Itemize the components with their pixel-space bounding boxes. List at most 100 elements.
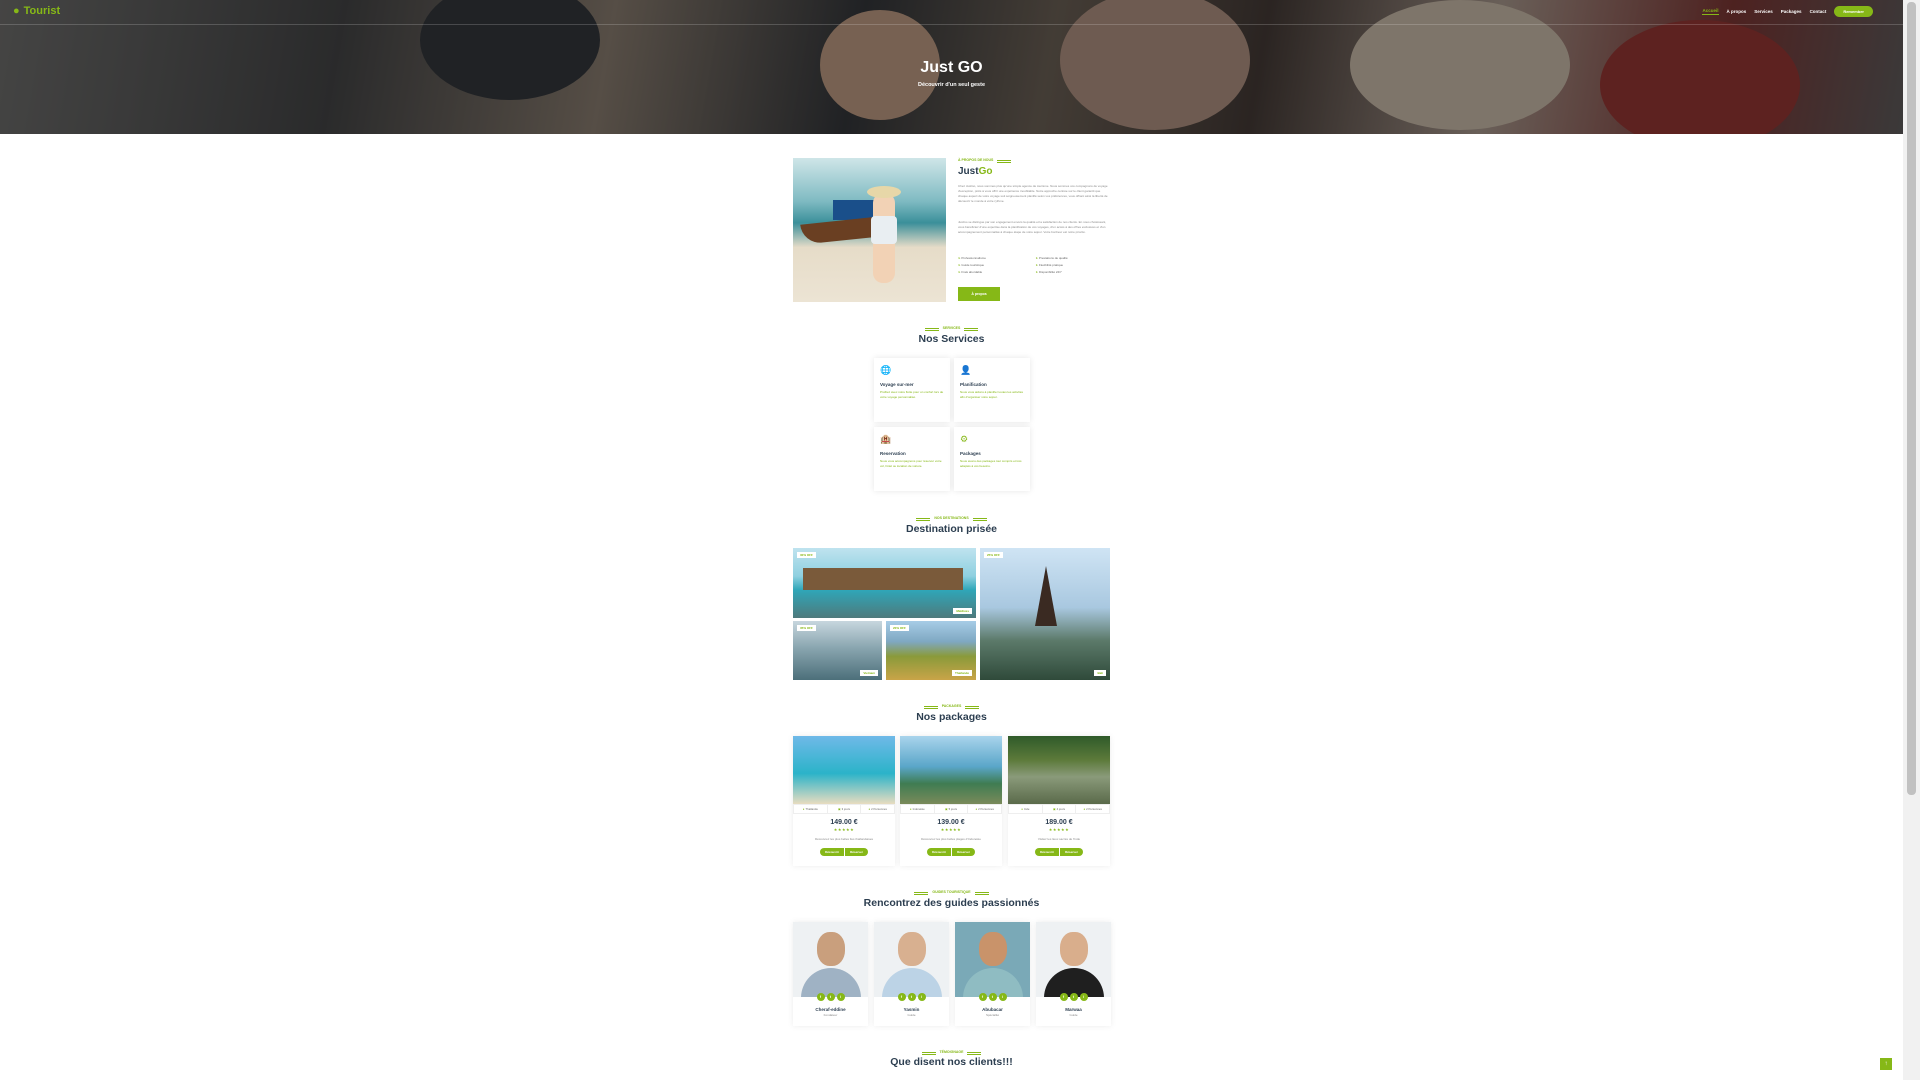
service-card-planification[interactable]: 👤 Planification Nous vous aidons à plani…: [954, 358, 1030, 422]
twitter-icon[interactable]: t: [1069, 993, 1078, 1001]
nav-link-accueil[interactable]: Accueil: [1702, 8, 1719, 15]
map-marker-icon: ●: [909, 807, 912, 811]
package-card: ● Thaïlande ▣ 3 jours ● 2 Personnes 149.00 …: [793, 736, 895, 866]
book-now-button[interactable]: Réserver: [952, 848, 975, 856]
services-tag-text: SERVICES: [942, 326, 961, 330]
guide-social-links: f t i: [793, 993, 868, 1001]
package-price: 189.00 €: [1045, 819, 1073, 826]
hero-title: Just GO: [920, 59, 983, 76]
guides-section-tag: GUIDES TOURISTIQUE: [0, 890, 1903, 894]
read-more-button[interactable]: Découvrir: [1035, 848, 1061, 856]
package-meta: ● Indonésie ▣ 5 jours ● 2 Personnes: [900, 804, 1002, 814]
feature-item: Flexibilité pratique: [1036, 263, 1114, 267]
instagram-icon[interactable]: i: [917, 993, 926, 1001]
discount-badge: 35% OFF: [797, 625, 816, 631]
package-persons: ● 2 Personnes: [968, 805, 1001, 813]
rating-stars: ★★★★★: [940, 827, 962, 832]
service-card-reservation[interactable]: 🏨 Reservation Nous vous accompagnons pou…: [874, 427, 950, 491]
brand-logo[interactable]: ● Tourist: [13, 5, 60, 17]
facebook-icon[interactable]: f: [816, 993, 825, 1001]
guide-photo: [874, 922, 949, 997]
read-more-button[interactable]: Découvrir: [927, 848, 953, 856]
discount-badge: 20% OFF: [890, 625, 909, 631]
tag-line: [924, 327, 939, 329]
about-section-tag: À PROPOS DE NOUS: [958, 158, 1012, 162]
service-title: Reservation: [880, 451, 906, 456]
calendar-icon: ▣: [1052, 807, 1056, 811]
about-features: Professionnalisme Prestations de qualité…: [958, 256, 1113, 274]
rating-stars: ★★★★★: [833, 827, 855, 832]
tag-line: [974, 891, 989, 893]
facebook-icon[interactable]: f: [897, 993, 906, 1001]
package-location: ● Thaïlande: [794, 805, 828, 813]
register-button[interactable]: Remember: [1834, 6, 1873, 17]
facebook-icon[interactable]: f: [978, 993, 987, 1001]
package-location: ● Inde: [1009, 805, 1043, 813]
book-now-button[interactable]: Réserver: [1060, 848, 1083, 856]
book-now-button[interactable]: Réserver: [845, 848, 868, 856]
guide-social-links: f t i: [874, 993, 949, 1001]
nav-link-services[interactable]: Services: [1754, 9, 1773, 14]
map-marker-icon: ●: [13, 5, 20, 17]
package-desc: Visitez les lieux sacrés de l'Inde: [1037, 837, 1081, 841]
location-text: Inde: [1023, 807, 1030, 811]
villa-row-shape: [803, 568, 963, 590]
rating-stars: ★★★★★: [1048, 827, 1070, 832]
back-to-top-button[interactable]: ↑: [1880, 1058, 1892, 1070]
package-image: [1008, 736, 1110, 804]
destination-card-thailande[interactable]: 20% OFF Thaïlande: [886, 621, 976, 680]
guide-name: Abubacar: [982, 1007, 1003, 1012]
tag-line: [997, 159, 1012, 161]
about-title: JustGo: [958, 166, 992, 177]
service-card-voyage[interactable]: 🌐 Voyage sur-mer Profitez avec notre flo…: [874, 358, 950, 422]
guide-head: [1060, 932, 1088, 966]
about-more-button[interactable]: À propos: [958, 287, 1000, 301]
tag-line: [965, 705, 980, 707]
discount-badge: 30% OFF: [797, 552, 816, 558]
service-title: Packages: [960, 451, 981, 456]
service-title: Planification: [960, 382, 987, 387]
guide-photo: [793, 922, 868, 997]
hero-subtitle: Découvrir d'un seul geste: [917, 82, 986, 88]
packages-title: Nos packages: [916, 711, 987, 723]
service-card-packages[interactable]: ⚙ Packages Nous avons des packages tout …: [954, 427, 1030, 491]
feature-item: Professionnalisme: [958, 256, 1036, 260]
tag-line: [967, 1051, 982, 1053]
testimonials-title: Que disent nos clients!!!: [890, 1056, 1013, 1068]
guide-card: f t i Cheraf-eddine Fondateur: [793, 922, 868, 1026]
destination-name: Thaïlande: [951, 670, 972, 676]
user-icon: ●: [868, 807, 871, 811]
guide-name: Cheraf-eddine: [815, 1007, 846, 1012]
nav-link-packages[interactable]: Packages: [1781, 9, 1802, 14]
temple-shape: [1035, 566, 1057, 626]
twitter-icon[interactable]: t: [826, 993, 835, 1001]
instagram-icon[interactable]: i: [998, 993, 1007, 1001]
destination-card-bali[interactable]: 25% OFF Bali: [980, 548, 1110, 680]
guide-card: f t i Abubacar Spécialité: [955, 922, 1030, 1026]
page-scrollbar[interactable]: [1903, 0, 1920, 1080]
calendar-icon: ▣: [837, 807, 841, 811]
read-more-button[interactable]: Découvrir: [820, 848, 846, 856]
hotel-icon: 🏨: [880, 434, 892, 444]
destination-card-vietnam[interactable]: 35% OFF Vietnam: [793, 621, 882, 680]
scrollbar-thumb[interactable]: [1907, 2, 1916, 795]
service-title: Voyage sur-mer: [880, 382, 914, 387]
instagram-icon[interactable]: i: [836, 993, 845, 1001]
twitter-icon[interactable]: t: [988, 993, 997, 1001]
services-section-tag: SERVICES: [0, 326, 1903, 330]
service-desc: Nous avons des packages tout compris et …: [960, 459, 1022, 468]
destination-card-maldives[interactable]: 30% OFF Maldives: [793, 548, 976, 618]
traveler-hat: [867, 186, 901, 198]
service-desc: Nous vous accompagnons pour réserver vot…: [880, 459, 942, 468]
package-card: ● Inde ▣ 4 jours ● 2 Personnes 189.00 € ★★★…: [1008, 736, 1110, 866]
twitter-icon[interactable]: t: [907, 993, 916, 1001]
duration-text: 3 jours: [841, 807, 851, 811]
instagram-icon[interactable]: i: [1079, 993, 1088, 1001]
nav-link-a-propos[interactable]: À propos: [1727, 9, 1747, 14]
services-title: Nos Services: [918, 333, 985, 345]
calendar-icon: ▣: [944, 807, 948, 811]
facebook-icon[interactable]: f: [1059, 993, 1068, 1001]
nav-link-contact[interactable]: Contact: [1810, 9, 1827, 14]
persons-text: 2 Personnes: [978, 807, 994, 811]
package-persons: ● 2 Personnes: [1076, 805, 1109, 813]
